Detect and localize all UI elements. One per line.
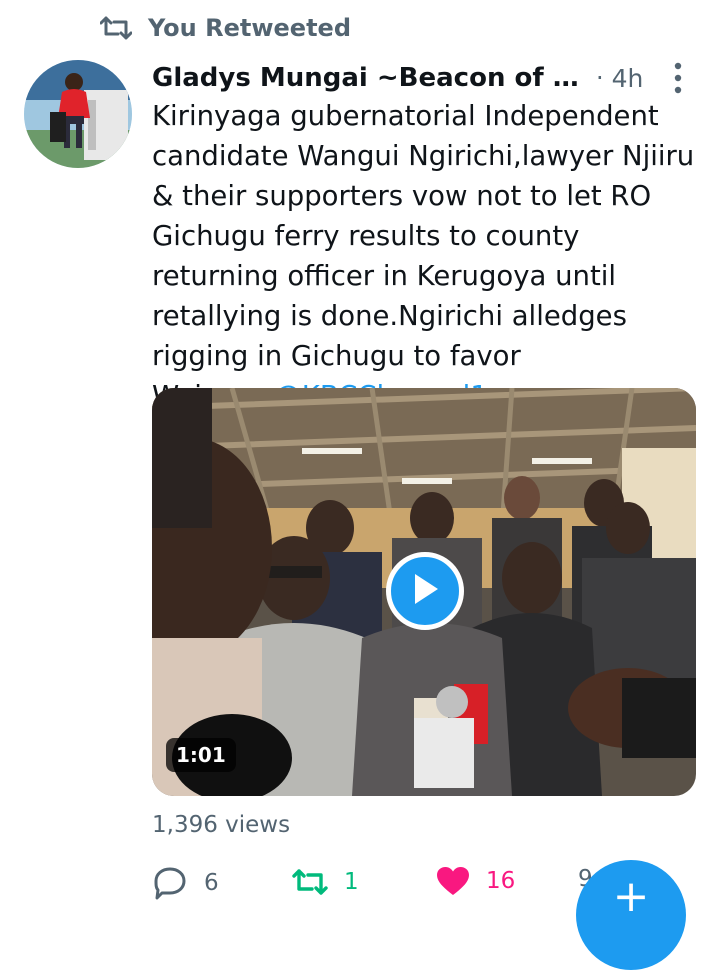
compose-plus-icon: + (612, 871, 650, 922)
retweet-action-icon (292, 866, 328, 898)
author-name[interactable]: Gladys Mungai ~Beacon of H... (152, 63, 582, 93)
heart-icon (436, 866, 470, 896)
play-button[interactable] (386, 552, 464, 630)
retweet-icon (100, 14, 132, 42)
play-icon (410, 572, 440, 610)
reply-count: 6 (204, 870, 219, 896)
like-count: 16 (486, 868, 516, 894)
view-count[interactable]: 1,396 views (152, 812, 290, 838)
tweet-body: Kirinyaga gubernatorial Independent cand… (152, 100, 695, 412)
tweet-header: Gladys Mungai ~Beacon of H... · 4h (152, 58, 702, 98)
avatar[interactable] (24, 60, 132, 168)
reply-button[interactable]: 6 (152, 866, 219, 900)
reply-icon (152, 866, 188, 900)
like-button[interactable]: 16 (436, 866, 515, 896)
retweet-banner: You Retweeted (100, 12, 351, 44)
retweet-button[interactable]: 1 (292, 866, 359, 898)
separator-dot: · (596, 64, 604, 92)
video-duration: 1:01 (166, 738, 236, 772)
tweet-text: Kirinyaga gubernatorial Independent cand… (152, 96, 708, 416)
more-options-icon[interactable] (668, 60, 688, 96)
retweet-banner-label: You Retweeted (148, 14, 351, 42)
compose-tweet-button[interactable]: + (576, 860, 686, 970)
tweet-timestamp[interactable]: 4h (612, 64, 644, 93)
video-thumbnail[interactable]: 1:01 (152, 388, 696, 796)
retweet-count: 1 (344, 869, 359, 895)
